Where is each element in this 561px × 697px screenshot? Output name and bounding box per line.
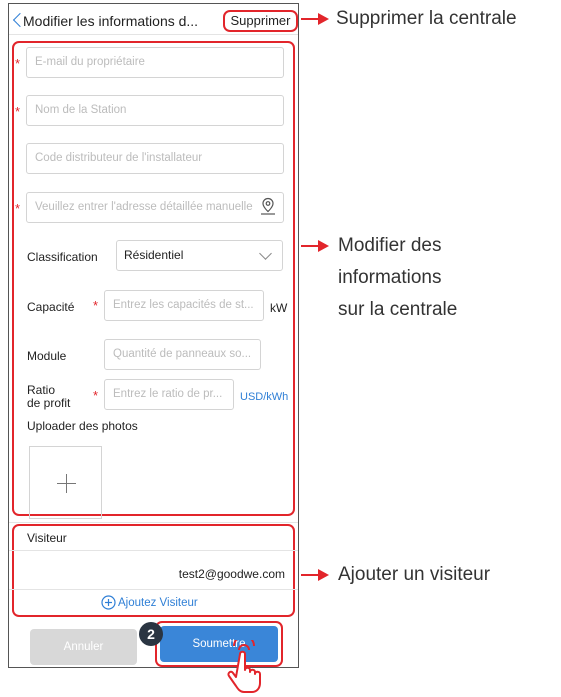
classification-value: Résidentiel xyxy=(124,248,184,262)
required-star: * xyxy=(15,56,21,71)
visitor-divider-2 xyxy=(9,589,298,590)
visitor-divider xyxy=(9,550,298,551)
tap-hand-icon xyxy=(227,640,261,693)
modify-callout-line2: informations xyxy=(338,267,442,288)
module-input[interactable]: Quantité de panneaux so... xyxy=(104,339,261,370)
visitor-arrow xyxy=(301,574,319,576)
header-divider xyxy=(9,34,298,35)
chevron-down-icon xyxy=(259,247,272,260)
location-pin-icon[interactable] xyxy=(259,197,277,217)
ratio-input[interactable]: Entrez le ratio de pr... xyxy=(104,379,234,410)
station-name-input[interactable]: Nom de la Station xyxy=(26,95,284,126)
modify-arrow xyxy=(301,245,319,247)
capacity-unit: kW xyxy=(270,301,288,315)
delete-callout: Supprimer la centrale xyxy=(336,8,517,29)
delete-arrow-head xyxy=(318,13,329,25)
modify-callout-line1: Modifier des xyxy=(338,235,442,256)
visitor-email: test2@goodwe.com xyxy=(178,567,285,581)
page-title: Modifier les informations d... xyxy=(23,13,199,29)
visitor-arrow-head xyxy=(318,569,329,581)
capacity-input[interactable]: Entrez les capacités de st... xyxy=(104,290,264,321)
capacity-label: Capacité xyxy=(27,300,75,314)
add-circle-icon xyxy=(101,595,116,610)
classification-select[interactable]: Résidentiel xyxy=(116,240,283,271)
add-visitor-button[interactable]: Ajoutez Visiteur xyxy=(101,595,198,610)
required-star: * xyxy=(93,388,99,403)
required-star: * xyxy=(15,201,21,216)
upload-photo-button[interactable] xyxy=(29,446,102,519)
required-star: * xyxy=(93,298,99,313)
cancel-button[interactable]: Annuler xyxy=(30,629,137,665)
required-star: * xyxy=(15,104,21,119)
classification-label: Classification xyxy=(27,250,98,264)
add-visitor-callout: Ajouter un visiteur xyxy=(338,564,491,585)
address-placeholder: Veuillez entrer l'adresse détaillée manu… xyxy=(35,201,253,213)
ratio-label-2: de profit xyxy=(27,396,71,410)
distributor-code-input[interactable]: Code distributeur de l'installateur xyxy=(26,143,284,174)
add-visitor-label: Ajoutez Visiteur xyxy=(118,596,198,609)
address-input[interactable]: Veuillez entrer l'adresse détaillée manu… xyxy=(26,192,284,223)
delete-arrow xyxy=(301,18,319,20)
plus-icon xyxy=(66,474,67,493)
modify-arrow-head xyxy=(318,240,329,252)
owner-email-input[interactable]: E-mail du propriétaire xyxy=(26,47,284,78)
modify-callout-line3: sur la centrale xyxy=(338,299,458,320)
upload-photos-label: Uploader des photos xyxy=(27,419,138,433)
phone-screen: Modifier les informations d... Supprimer… xyxy=(8,3,299,668)
visitor-section-label: Visiteur xyxy=(27,531,67,545)
delete-button[interactable]: Supprimer xyxy=(223,10,298,32)
module-label: Module xyxy=(27,349,67,363)
step-badge: 2 xyxy=(139,622,163,646)
section-divider xyxy=(9,522,298,523)
ratio-unit: USD/kWh xyxy=(240,391,289,403)
